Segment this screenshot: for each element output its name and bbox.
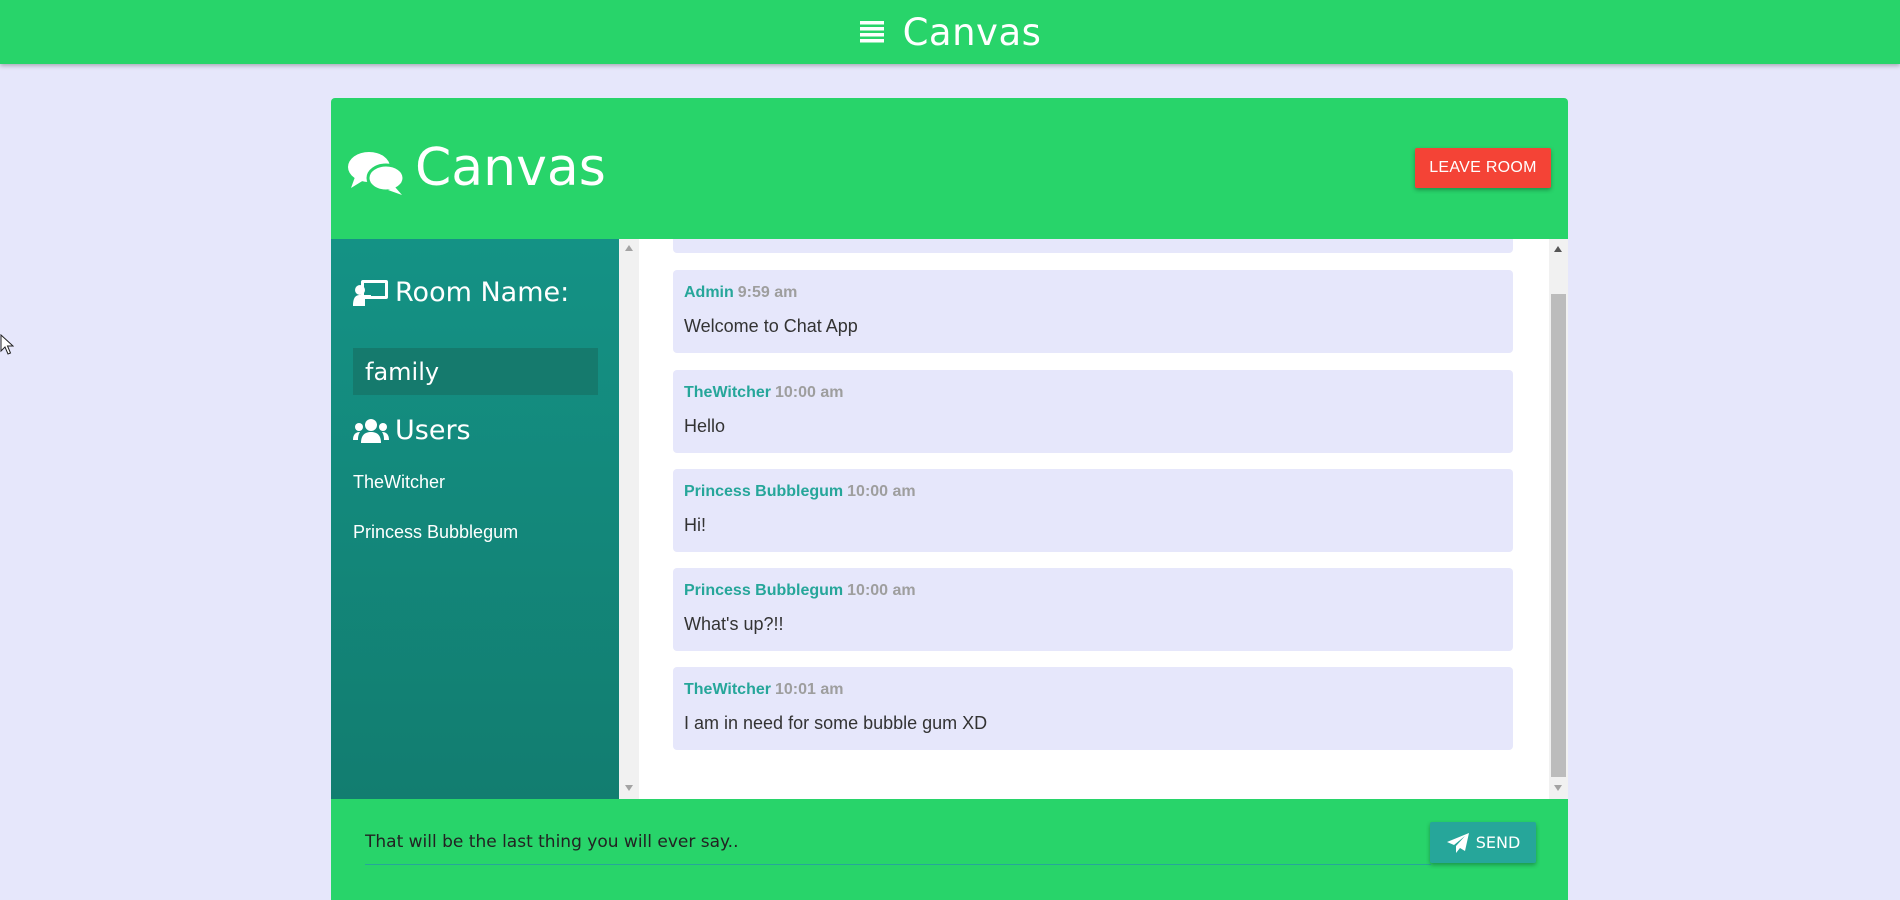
message-time: 10:00 am — [847, 582, 916, 599]
scroll-up-arrow-icon[interactable] — [625, 245, 633, 251]
message-list[interactable]: Admin 9:59 am Welcome to Chat App TheWitc… — [639, 239, 1549, 799]
message-text: I am in need for some bubble gum XD — [684, 713, 988, 733]
scroll-down-arrow-icon[interactable] — [625, 785, 633, 791]
message-meta: Princess Bubblegum 10:00 am — [684, 582, 916, 600]
message-time: 10:00 am — [847, 483, 916, 500]
sidebar: Room Name: family Users TheWitcher Princ… — [331, 239, 619, 799]
message-item: TheWitcher 10:01 am I am in need for some… — [673, 667, 1513, 750]
message-item: Princess Bubblegum 10:00 am Hi! — [673, 469, 1513, 552]
message-author: Admin — [684, 284, 734, 301]
message-time: 10:01 am — [774, 681, 844, 698]
scroll-up-arrow-icon[interactable] — [1554, 246, 1562, 252]
paper-plane-icon — [1446, 832, 1469, 853]
users-heading: Users — [353, 415, 471, 446]
send-button-label: SEND — [1475, 833, 1521, 852]
message-meta: Princess Bubblegum 10:00 am — [684, 483, 916, 501]
message-author: Princess Bubblegum — [684, 582, 844, 599]
room-heading-label: Room Name: — [395, 277, 570, 308]
message-time: 9:59 am — [737, 284, 798, 301]
chat-card: Canvas LEAVE ROOM Room Name: family User… — [331, 98, 1568, 900]
mouse-cursor-icon — [0, 334, 14, 355]
message-item: Princess Bubblegum 10:00 am What's up?!! — [673, 568, 1513, 651]
message-text: Welcome to Chat App — [684, 316, 858, 336]
message-meta: TheWitcher 10:01 am — [684, 681, 843, 699]
message-time: 10:00 am — [774, 384, 844, 401]
message-author: TheWitcher — [684, 384, 771, 401]
message-item: Admin 9:59 am Welcome to Chat App — [673, 270, 1513, 353]
message-meta: TheWitcher 10:00 am — [684, 384, 843, 402]
scrollbar-thumb[interactable] — [1551, 294, 1566, 777]
message-author: Princess Bubblegum — [684, 483, 844, 500]
messages-left-scrollbar[interactable] — [619, 239, 639, 799]
menu-lines-icon[interactable] — [859, 19, 885, 45]
top-navbar: Canvas — [0, 0, 1900, 64]
users-icon — [353, 418, 389, 443]
chat-title: Canvas — [415, 138, 606, 198]
brand-title[interactable]: Canvas — [903, 11, 1042, 54]
chat-header: Canvas LEAVE ROOM — [331, 98, 1568, 239]
message-composer: SEND — [331, 799, 1568, 900]
message-input[interactable] — [365, 819, 1431, 865]
scroll-down-arrow-icon[interactable] — [1554, 785, 1562, 791]
user-item: Princess Bubblegum — [353, 522, 519, 542]
message-text: What's up?!! — [684, 614, 784, 634]
leave-room-button[interactable]: LEAVE ROOM — [1415, 148, 1551, 188]
user-list: TheWitcher Princess Bubblegum — [353, 471, 518, 571]
chalkboard-teacher-icon — [353, 279, 388, 306]
message-item-partial — [673, 239, 1513, 253]
user-item: TheWitcher — [353, 472, 446, 492]
chat-bubbles-icon — [348, 152, 405, 195]
message-item: TheWitcher 10:00 am Hello — [673, 370, 1513, 453]
message-text: Hi! — [684, 515, 706, 535]
send-button[interactable]: SEND — [1430, 822, 1536, 863]
users-heading-label: Users — [395, 415, 471, 446]
messages-right-scrollbar[interactable] — [1549, 239, 1568, 799]
room-name-value: family — [353, 348, 598, 395]
message-author: TheWitcher — [684, 681, 771, 698]
message-text: Hello — [684, 416, 726, 436]
message-meta: Admin 9:59 am — [684, 284, 797, 302]
room-name-heading: Room Name: — [353, 277, 569, 308]
